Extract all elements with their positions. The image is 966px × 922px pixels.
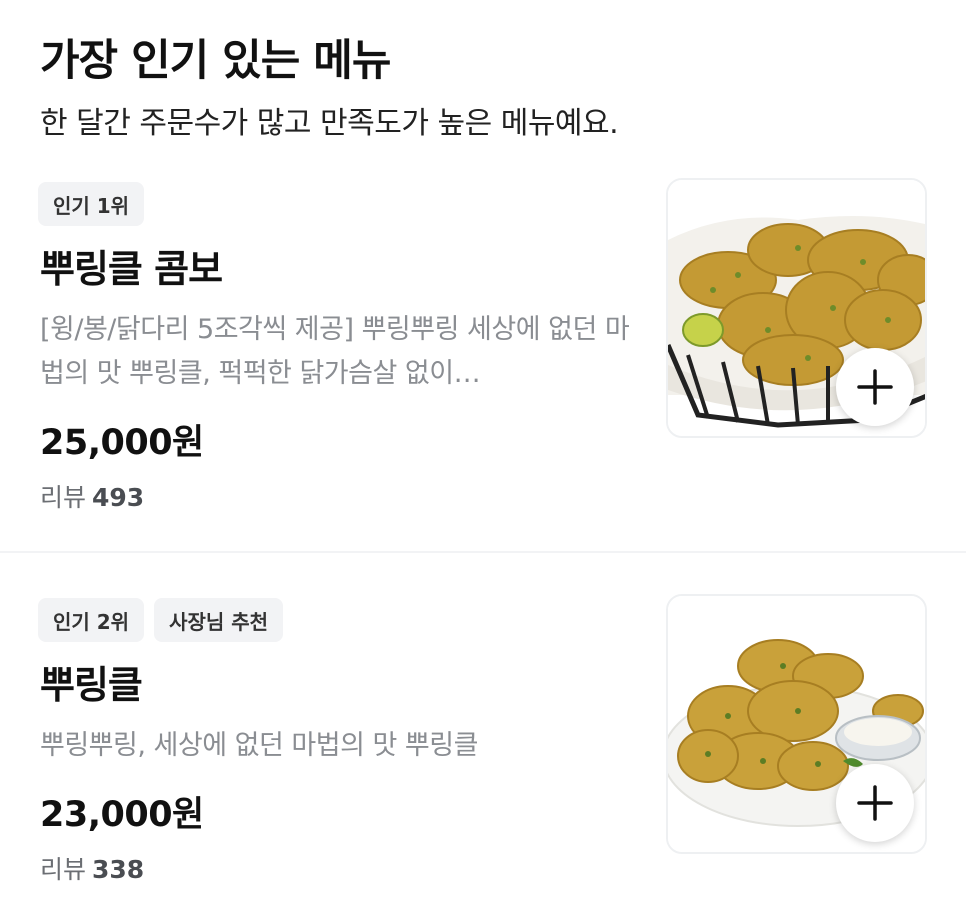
owner-recommend-badge: 사장님 추천 bbox=[154, 598, 284, 642]
rank-badge: 인기 2위 bbox=[38, 598, 145, 642]
menu-item-card[interactable]: 인기 2위 사장님 추천 뿌링클 뿌링뿌링, 세상에 없던 마법의 맛 뿌링클 … bbox=[0, 594, 966, 922]
review-count: 493 bbox=[92, 483, 145, 512]
section-divider bbox=[0, 551, 966, 553]
rank-badge: 인기 1위 bbox=[38, 182, 145, 226]
menu-item-description: [윙/봉/닭다리 5조각씩 제공] 뿌링뿌링 세상에 없던 마법의 맛 뿌링클,… bbox=[40, 314, 630, 389]
review-count: 338 bbox=[92, 855, 145, 884]
section-title: 가장 인기 있는 메뉴 bbox=[40, 36, 391, 86]
section-subtitle: 한 달간 주문수가 많고 만족도가 높은 메뉴예요. bbox=[40, 106, 619, 141]
plus-icon bbox=[857, 369, 893, 405]
add-to-cart-button[interactable] bbox=[836, 764, 914, 842]
review-summary: 리뷰 493 bbox=[40, 478, 144, 514]
review-label: 리뷰 bbox=[40, 483, 87, 512]
plus-icon bbox=[857, 785, 893, 821]
review-summary: 리뷰 338 bbox=[40, 850, 144, 886]
add-to-cart-button[interactable] bbox=[836, 348, 914, 426]
menu-item-name: 뿌링클 bbox=[40, 663, 143, 707]
review-label: 리뷰 bbox=[40, 855, 87, 884]
menu-item-card[interactable]: 인기 1위 뿌링클 콤보 [윙/봉/닭다리 5조각씩 제공] 뿌링뿌링 세상에 … bbox=[0, 178, 966, 550]
menu-item-price: 25,000원 bbox=[40, 423, 204, 463]
menu-item-description: 뿌링뿌링, 세상에 없던 마법의 맛 뿌링클 bbox=[40, 730, 478, 761]
badge-group: 인기 2위 사장님 추천 bbox=[38, 598, 284, 642]
badge-group: 인기 1위 bbox=[38, 182, 145, 226]
menu-item-name: 뿌링클 콤보 bbox=[40, 247, 223, 291]
menu-item-price: 23,000원 bbox=[40, 795, 204, 835]
